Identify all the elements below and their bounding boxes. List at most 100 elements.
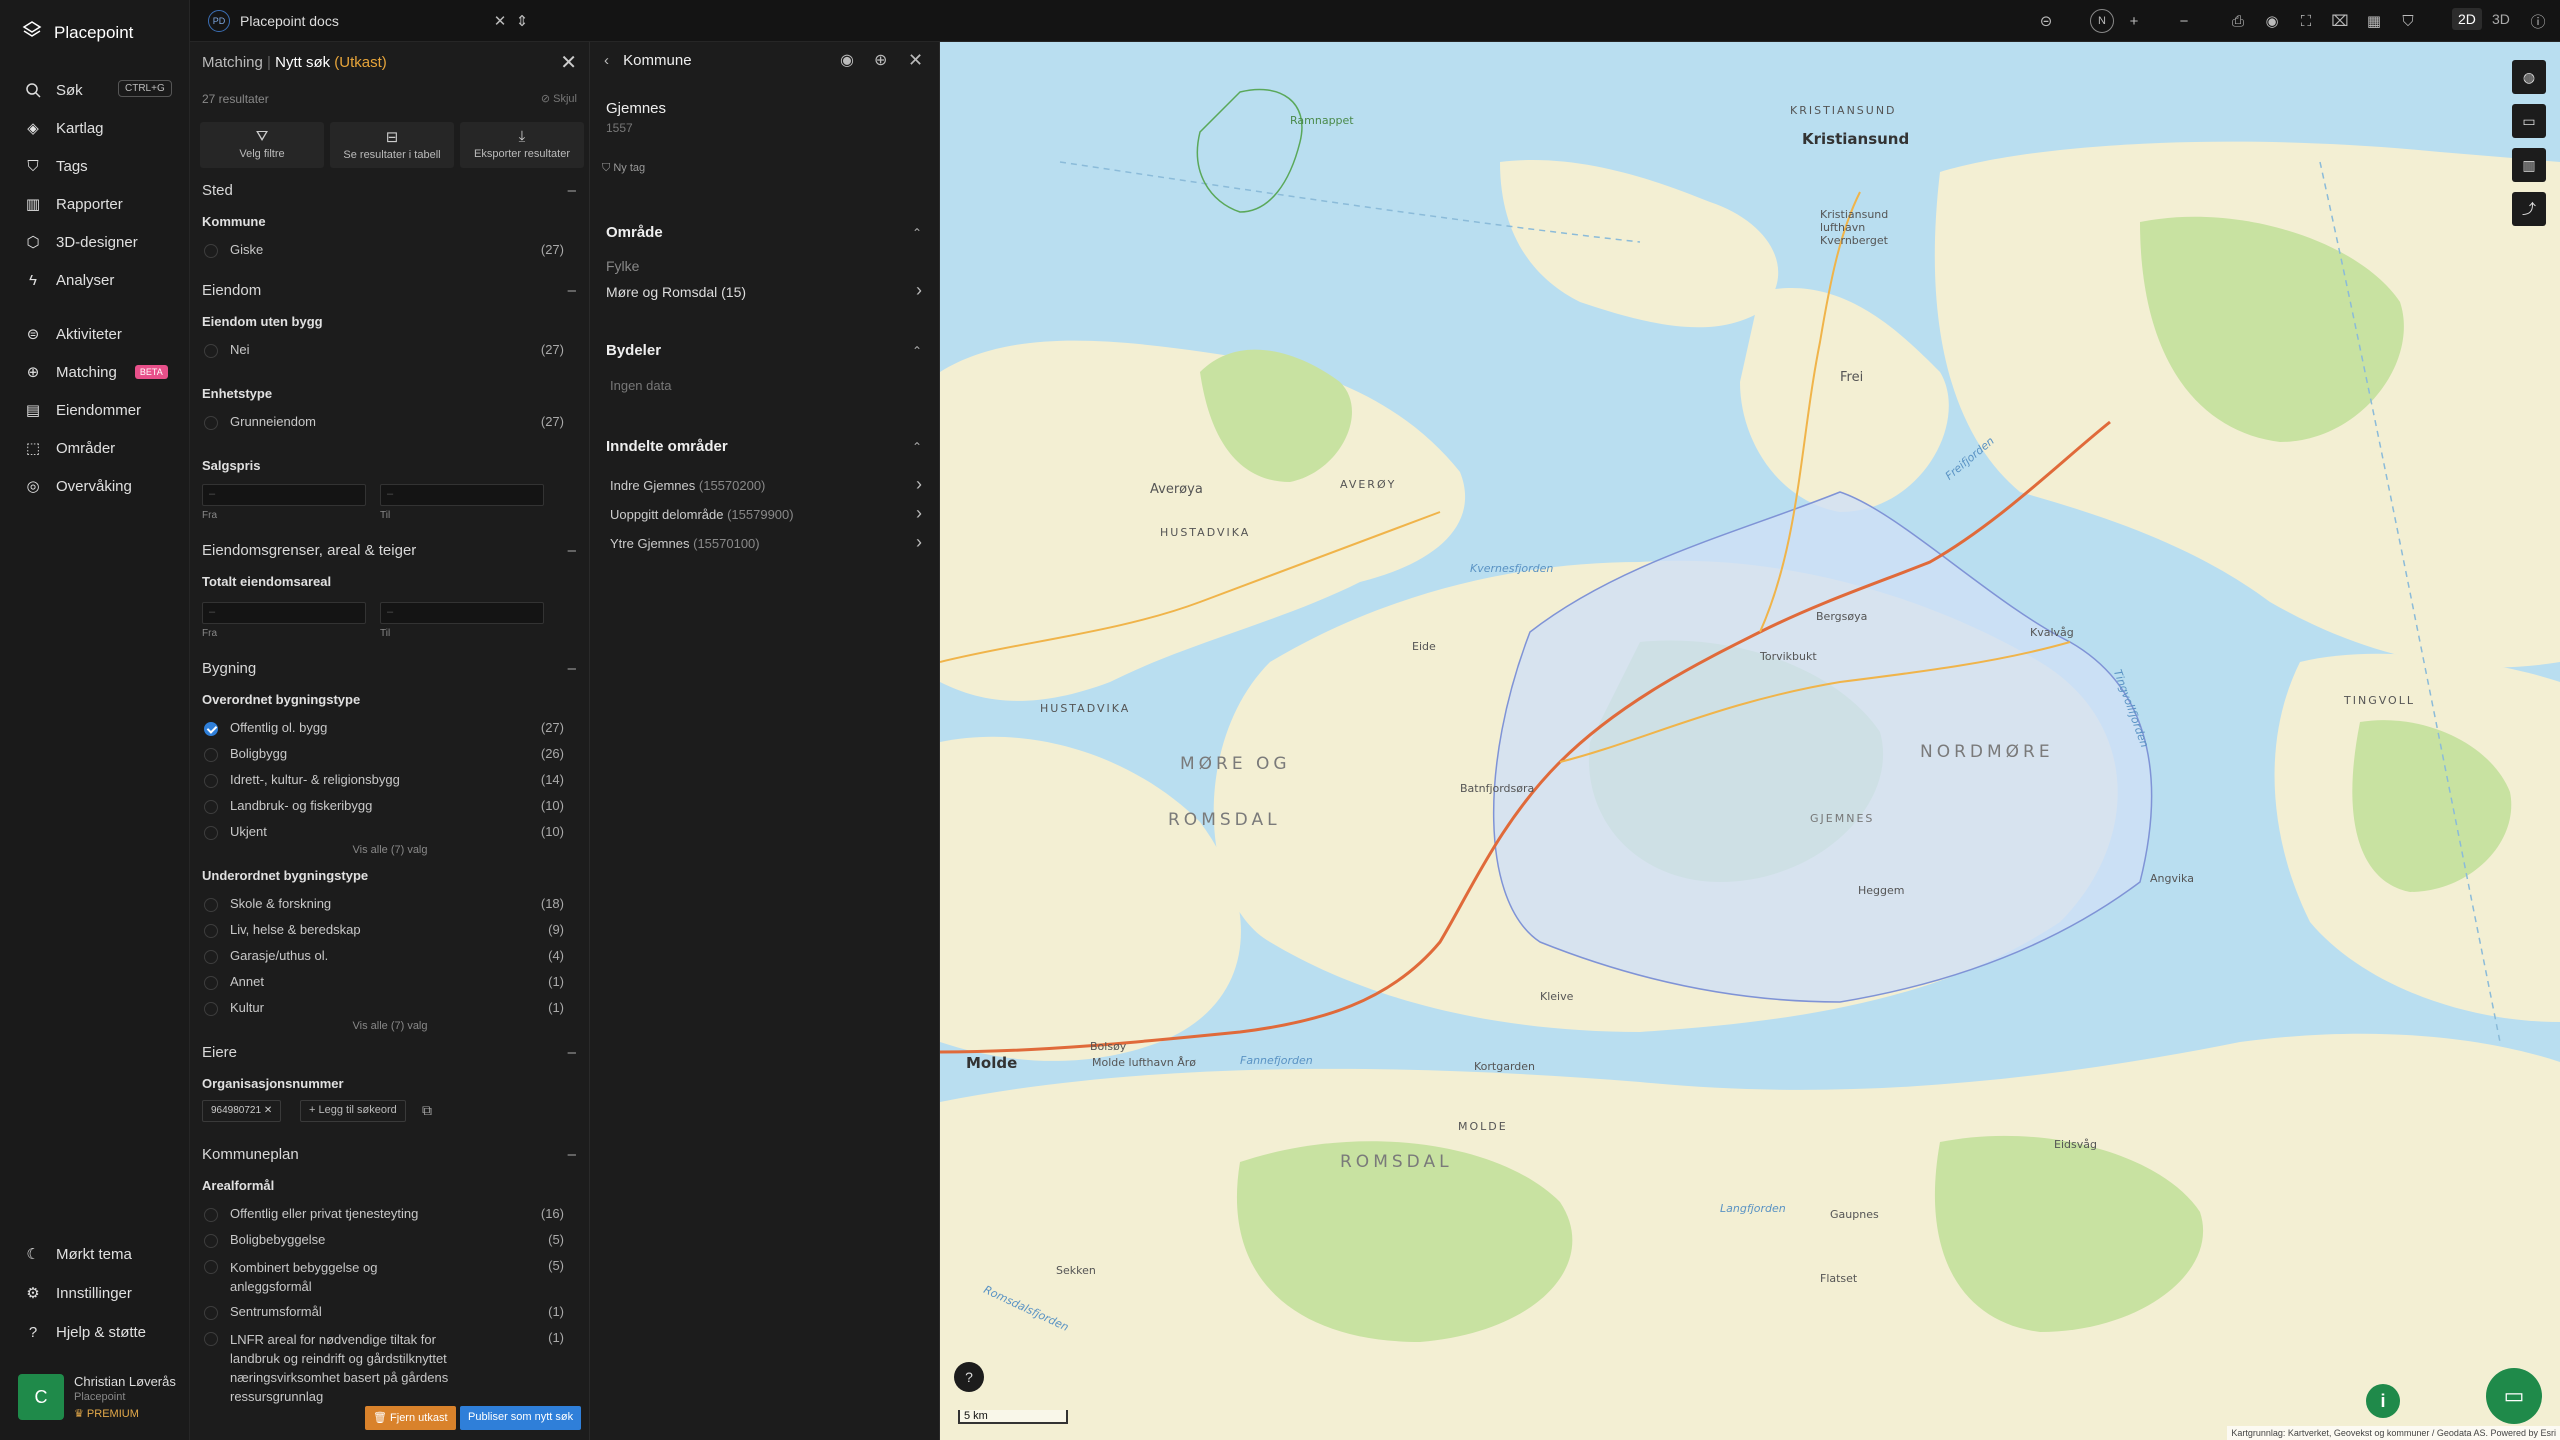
list-item[interactable]: Offentlig ol. bygg (27)	[202, 720, 564, 738]
section-sted[interactable]: Sted	[202, 182, 576, 199]
expand-collapse-icon[interactable]: ⇕	[512, 11, 532, 31]
nav-help[interactable]: ? Hjelp & støtte	[24, 1320, 174, 1344]
view-all-link[interactable]: Vis alle (7) valg	[190, 1020, 589, 1032]
list-item[interactable]: Nei (27)	[202, 342, 564, 360]
map-tool-route[interactable]: ⤴	[2512, 192, 2546, 226]
section-kommuneplan[interactable]: Kommuneplan	[202, 1146, 576, 1163]
section-eiendom[interactable]: Eiendom	[202, 282, 576, 299]
checkbox[interactable]	[204, 244, 218, 258]
document-selector[interactable]: PD Placepoint docs	[208, 10, 339, 32]
section-eiere[interactable]: Eiere	[202, 1044, 576, 1061]
export-button[interactable]: ⤓ Eksporter resultater	[460, 122, 584, 168]
list-item[interactable]: Sentrumsformål (1)	[202, 1304, 564, 1322]
checkbox[interactable]	[204, 924, 218, 938]
map-canvas[interactable]: Kristiansund KRISTIANSUND NORDMØRE MØRE …	[940, 42, 2560, 1440]
add-circle-icon[interactable]: ⊕	[874, 50, 887, 70]
checkbox[interactable]	[204, 1306, 218, 1320]
list-item[interactable]: Ukjent (10)	[202, 824, 564, 842]
area-link-indre[interactable]: Indre Gjemnes (15570200)	[610, 474, 922, 495]
chat-button[interactable]: ▭	[2486, 1368, 2542, 1424]
list-item[interactable]: Landbruk- og fiskeribygg (10)	[202, 798, 564, 816]
fullscreen-icon[interactable]: ⛶	[2296, 11, 2316, 31]
list-item[interactable]: Giske (27)	[202, 242, 564, 260]
list-item[interactable]: Liv, helse & beredskap (9)	[202, 922, 564, 940]
map-tool-globe[interactable]: ◍	[2512, 60, 2546, 94]
brand[interactable]: Placepoint	[22, 20, 133, 45]
section-omrade[interactable]: Område	[606, 224, 922, 241]
north-arrow-icon[interactable]: N	[2090, 9, 2114, 33]
nav-analyser[interactable]: ϟ Analyser	[24, 268, 174, 292]
view-table-button[interactable]: ⊟ Se resultater i tabell	[330, 122, 454, 168]
checkbox[interactable]	[204, 976, 218, 990]
eye-icon[interactable]: ◉	[840, 50, 854, 70]
checkbox[interactable]	[204, 416, 218, 430]
checkbox[interactable]	[204, 774, 218, 788]
checkbox[interactable]	[204, 950, 218, 964]
checkbox[interactable]	[204, 1208, 218, 1222]
area-link-uoppgitt[interactable]: Uoppgitt delområde (15579900)	[610, 503, 922, 524]
checkbox[interactable]	[204, 748, 218, 762]
map-info-button[interactable]: i	[2366, 1384, 2400, 1418]
close-icon[interactable]: ✕	[908, 50, 923, 71]
zoom-out-icon[interactable]: −	[2174, 11, 2194, 31]
nav-matching[interactable]: ⊕ Matching BETA	[24, 360, 174, 384]
add-keyword-button[interactable]: + Legg til søkeord	[300, 1100, 406, 1122]
checkbox[interactable]	[204, 800, 218, 814]
list-item[interactable]: Boligbebyggelse (5)	[202, 1232, 564, 1250]
select-filters-button[interactable]: ⛛ Velg filtre	[200, 122, 324, 168]
section-bygning[interactable]: Bygning	[202, 660, 576, 677]
checkbox[interactable]	[204, 1002, 218, 1016]
breadcrumb-matching[interactable]: Matching	[202, 54, 263, 71]
close-icon[interactable]: ✕	[490, 11, 510, 31]
area-from-input[interactable]: –	[202, 602, 366, 624]
area-link-ytre[interactable]: Ytre Gjemnes (15570100)	[610, 532, 922, 553]
new-tag-button[interactable]: ⛉ Ny tag	[602, 162, 645, 175]
list-item[interactable]: LNFR areal for nødvendige tiltak for lan…	[202, 1330, 564, 1404]
price-from-input[interactable]: –	[202, 484, 366, 506]
map-tool-chart[interactable]: ▥	[2512, 148, 2546, 182]
nav-aktiviteter[interactable]: ⊜ Aktiviteter	[24, 322, 174, 346]
grid-icon[interactable]: ▦	[2364, 11, 2384, 31]
checkbox[interactable]	[204, 344, 218, 358]
remove-chip-icon[interactable]: ✕	[264, 1105, 272, 1116]
mode-3d-button[interactable]: 3D	[2486, 8, 2516, 30]
nav-overvaking[interactable]: ◎ Overvåking	[24, 474, 174, 498]
lock-icon[interactable]: ⊝	[2036, 11, 2056, 31]
nav-kartlag[interactable]: ◈ Kartlag	[24, 116, 174, 140]
checkbox[interactable]	[204, 1260, 218, 1274]
list-item[interactable]: Skole & forskning (18)	[202, 896, 564, 914]
price-to-input[interactable]: –	[380, 484, 544, 506]
orgnr-chip[interactable]: 964980721 ✕	[202, 1100, 282, 1122]
zoom-in-icon[interactable]: +	[2124, 11, 2144, 31]
remove-draft-button[interactable]: 🗑 Fjern utkast	[365, 1406, 456, 1430]
area-to-input[interactable]: –	[380, 602, 544, 624]
list-item[interactable]: Kultur (1)	[202, 1000, 564, 1018]
copy-icon[interactable]: ⧉	[422, 1102, 432, 1119]
section-grenser[interactable]: Eiendomsgrenser, areal & teiger	[202, 542, 576, 559]
section-bydeler[interactable]: Bydeler	[606, 342, 922, 359]
nav-rapporter[interactable]: ▥ Rapporter	[24, 192, 174, 216]
user-profile[interactable]: C Christian Løverås Placepoint ♛ PREMIUM	[18, 1374, 176, 1420]
section-inndelte[interactable]: Inndelte områder	[606, 438, 922, 455]
map-help-button[interactable]: ?	[954, 1362, 984, 1392]
list-item[interactable]: Kombinert bebyggelse og anleggsformål (5)	[202, 1258, 564, 1298]
nav-omrader[interactable]: ⬚ Områder	[24, 436, 174, 460]
list-item[interactable]: Grunneiendom (27)	[202, 414, 564, 432]
eye-icon[interactable]: ◉	[2262, 11, 2282, 31]
nav-3d-designer[interactable]: ⬡ 3D-designer	[24, 230, 174, 254]
list-item[interactable]: Idrett-, kultur- & religionsbygg (14)	[202, 772, 564, 790]
nav-tags[interactable]: ⛉ Tags	[24, 154, 174, 178]
print-icon[interactable]: ⎙	[2228, 11, 2248, 31]
list-item[interactable]: Boligbygg (26)	[202, 746, 564, 764]
publish-button[interactable]: Publiser som nytt søk	[460, 1406, 582, 1430]
map-tool-measure[interactable]: ▭	[2512, 104, 2546, 138]
info-icon[interactable]: ⓘ	[2528, 11, 2548, 31]
camera-icon[interactable]: ⌧	[2330, 11, 2350, 31]
view-all-link[interactable]: Vis alle (7) valg	[190, 844, 589, 856]
list-item[interactable]: Offentlig eller privat tjenesteyting (16)	[202, 1206, 564, 1224]
checkbox[interactable]	[204, 1332, 218, 1346]
checkbox-checked[interactable]	[204, 722, 218, 736]
mode-2d-button[interactable]: 2D	[2452, 8, 2482, 30]
hide-button[interactable]: ⊘ Skjul	[541, 92, 577, 105]
list-item[interactable]: Annet (1)	[202, 974, 564, 992]
